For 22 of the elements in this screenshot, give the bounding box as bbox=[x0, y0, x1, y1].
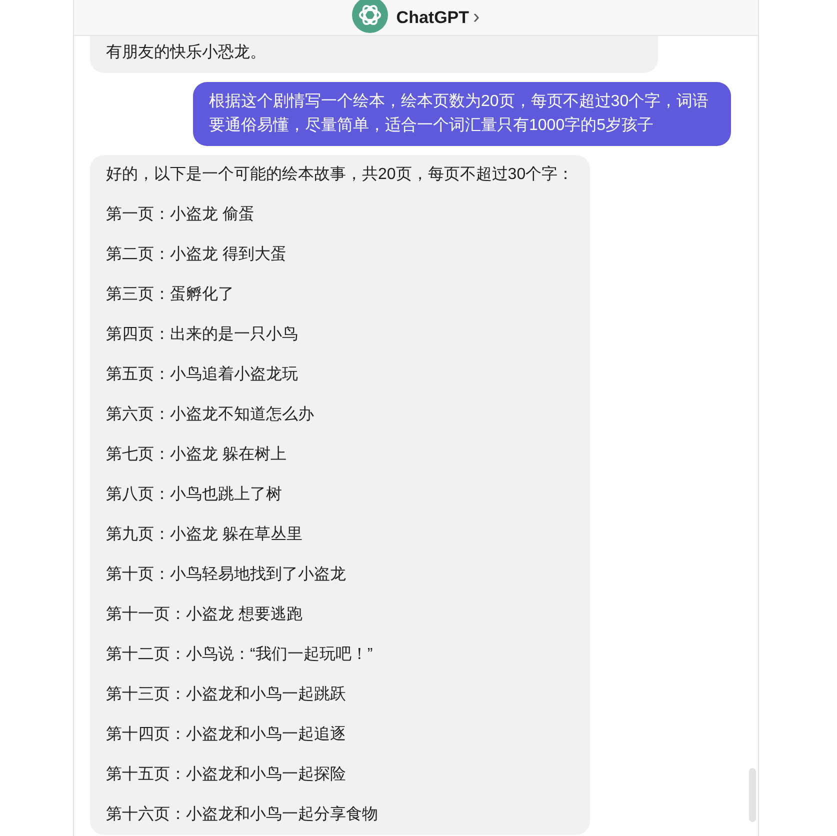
message-text: 第十五页：小盗龙和小鸟一起探险 bbox=[106, 764, 347, 785]
message-text: 第十三页：小盗龙和小鸟一起跳跃 bbox=[106, 684, 347, 705]
message-text: 第三页：蛋孵化了 bbox=[106, 285, 235, 305]
message-text: 第六页：小盗龙不知道怎么办 bbox=[106, 404, 315, 425]
message-text: 第十二页：小鸟说：“我们一起玩吧！” bbox=[106, 644, 374, 665]
message-text: 好的，以下是一个可能的绘本故事，共20页，每页不超过30个字： bbox=[106, 164, 574, 185]
message-text: 第十四页：小盗龙和小鸟一起追逐 bbox=[106, 724, 347, 745]
scrollbar-thumb[interactable] bbox=[749, 768, 756, 822]
message-text: 第五页：小鸟追着小盗龙玩 bbox=[106, 364, 299, 385]
chat-title[interactable]: ChatGPT bbox=[396, 8, 470, 28]
message-text: 第九页：小盗龙 躲在草丛里 bbox=[106, 524, 304, 545]
message-text: 第二页：小盗龙 得到大蛋 bbox=[106, 244, 288, 265]
message-text: 有朋友的快乐小恐龙。 bbox=[106, 42, 267, 63]
message-text: 第一页：小盗龙 偷蛋 bbox=[106, 204, 256, 225]
chevron-icon[interactable]: › bbox=[473, 6, 480, 29]
message-text: 第四页：出来的是一只小鸟 bbox=[106, 324, 299, 345]
message-text: 第十页：小鸟轻易地找到了小盗龙 bbox=[106, 564, 347, 585]
message-text: 第七页：小盗龙 躲在树上 bbox=[106, 444, 288, 465]
message-text: 第十六页：小盗龙和小鸟一起分享食物 bbox=[106, 804, 379, 825]
message-text: 根据这个剧情写一个绘本，绘本页数为20页，每页不超过30个字，词语要通俗易懂，尽量简单，适合一个词汇量只有1000字的5岁孩子 bbox=[209, 92, 710, 136]
message-text: 第八页：小鸟也跳上了树 bbox=[106, 484, 283, 505]
message-text: 第十一页：小盗龙 想要逃跑 bbox=[106, 604, 304, 625]
